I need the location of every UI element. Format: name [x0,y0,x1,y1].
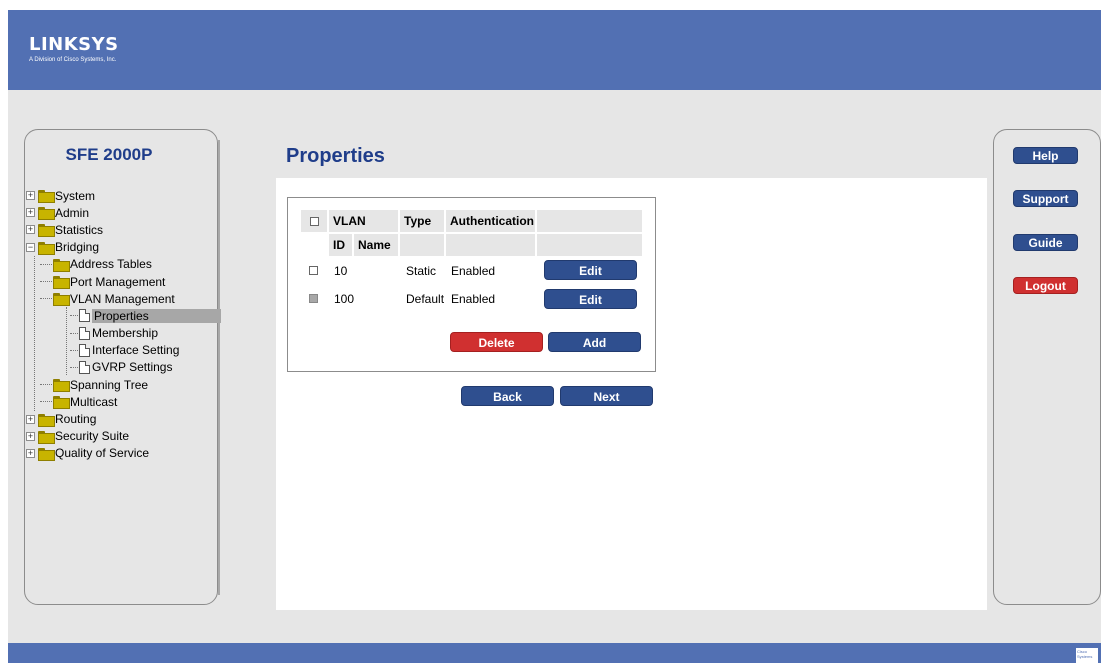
linksys-logo: LINKSYS A Division of Cisco Systems, Inc… [29,36,119,64]
vlan-table: VLAN Type Authentication ID Name 10 Stat… [287,197,656,372]
folder-icon [38,447,55,461]
authentication-cell: Enabled [451,292,496,306]
folder-icon [53,258,70,272]
nav-item-vlan-management[interactable]: VLAN Management [26,290,218,307]
page-icon [79,360,90,374]
expand-icon[interactable]: + [26,208,35,218]
row-checkbox[interactable] [309,266,318,275]
folder-icon [38,413,55,427]
vlan-id-cell: 100 [334,292,355,306]
footer-bar [8,643,1101,663]
guide-button[interactable]: Guide [1013,234,1078,251]
nav-item-routing[interactable]: + Routing [26,410,218,427]
nav-divider [218,140,220,595]
device-title: SFE 2000P [65,145,153,164]
vlan-type-cell: Default [406,292,445,306]
folder-open-icon [53,293,70,307]
back-button[interactable]: Back [461,386,554,406]
nav-item-statistics[interactable]: + Statistics [26,221,218,238]
nav-item-membership[interactable]: Membership [26,325,218,342]
action-header [537,210,642,232]
nav-item-properties[interactable]: Properties [26,307,221,324]
nav-tree: + System + Admin + Statistics − Bridging… [26,187,221,462]
authentication-cell: Enabled [451,264,496,278]
name-header: Name [354,234,398,256]
logo-tagline: A Division of Cisco Systems, Inc. [29,57,117,63]
row-checkbox-disabled [309,294,318,303]
logo-wordmark: LINKSYS [29,34,119,55]
vlan-type-cell: Static [406,264,437,278]
vlan-header: VLAN [329,210,398,232]
header-bar [8,10,1101,90]
expand-icon[interactable]: + [26,414,35,424]
nav-item-bridging[interactable]: − Bridging [26,239,218,256]
expand-icon[interactable]: + [26,448,35,458]
help-button[interactable]: Help [1013,147,1078,164]
expand-icon[interactable]: + [26,191,35,201]
select-all-checkbox[interactable] [309,216,319,226]
folder-icon [53,396,70,410]
cisco-logo: Cisco Systems [1076,648,1098,663]
nav-item-security-suite[interactable]: + Security Suite [26,428,218,445]
nav-item-system[interactable]: + System [26,187,218,204]
nav-item-multicast[interactable]: Multicast [26,393,218,410]
delete-button[interactable]: Delete [450,332,543,352]
folder-icon [53,276,70,290]
folder-icon [53,379,70,393]
header-spacer [446,234,535,256]
support-button[interactable]: Support [1013,190,1078,207]
edit-button[interactable]: Edit [544,289,637,309]
select-all-cell [301,210,327,232]
vlan-id-cell: 10 [334,264,348,278]
folder-icon [38,430,55,444]
logout-button[interactable]: Logout [1013,277,1078,294]
header-spacer [537,234,642,256]
next-button[interactable]: Next [560,386,653,406]
nav-item-interface-setting[interactable]: Interface Setting [26,342,218,359]
expand-icon[interactable]: + [26,431,35,441]
add-button[interactable]: Add [548,332,641,352]
edit-button[interactable]: Edit [544,260,637,280]
folder-icon [38,224,55,238]
id-header: ID [329,234,352,256]
folder-icon [38,190,55,204]
folder-open-icon [38,241,55,255]
nav-item-port-management[interactable]: Port Management [26,273,218,290]
header-spacer [400,234,444,256]
nav-item-spanning-tree[interactable]: Spanning Tree [26,376,218,393]
nav-item-admin[interactable]: + Admin [26,204,218,221]
collapse-icon[interactable]: − [26,242,35,252]
page-icon [79,326,90,340]
nav-item-address-tables[interactable]: Address Tables [26,256,218,273]
authentication-header: Authentication [446,210,535,232]
nav-item-gvrp-settings[interactable]: GVRP Settings [26,359,218,376]
folder-icon [38,207,55,221]
expand-icon[interactable]: + [26,225,35,235]
page-icon [79,309,90,323]
type-header: Type [400,210,444,232]
nav-item-quality-of-service[interactable]: + Quality of Service [26,445,218,462]
page-title: Properties [286,145,385,167]
page-icon [79,343,90,357]
